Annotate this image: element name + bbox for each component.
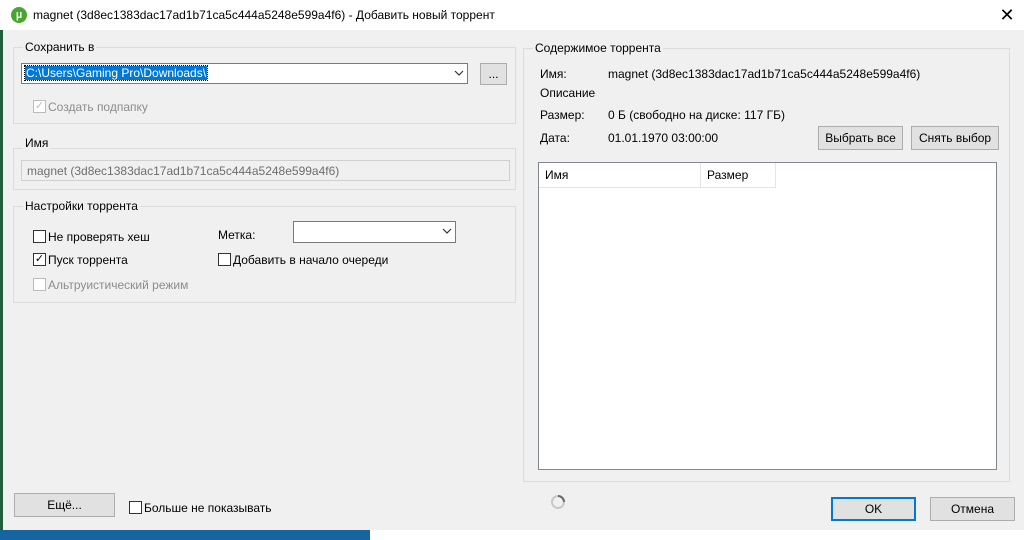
chevron-down-icon[interactable] <box>439 222 455 242</box>
files-list[interactable]: Имя Размер <box>538 162 997 470</box>
tag-combobox[interactable] <box>293 221 456 243</box>
background-taskbar-edge <box>0 530 370 540</box>
close-icon[interactable]: ✕ <box>994 2 1020 28</box>
start-torrent-label: Пуск торрента <box>48 253 128 267</box>
contents-date-label: Дата: <box>540 131 570 145</box>
loading-spinner-icon <box>550 494 566 510</box>
contents-name-label: Имя: <box>540 67 567 81</box>
contents-name-value: magnet (3d8ec1383dac17ad1b71ca5c444a5248… <box>608 67 921 81</box>
contents-description-label: Описание <box>540 86 596 100</box>
start-torrent-checkbox[interactable]: ✓ <box>33 253 46 266</box>
contents-size-value: 0 Б (свободно на диске: 117 ГБ) <box>608 108 785 122</box>
save-group-label: Сохранить в <box>23 40 97 54</box>
cancel-button[interactable]: Отмена <box>930 497 1015 521</box>
altruistic-checkbox[interactable] <box>33 278 46 291</box>
select-all-button[interactable]: Выбрать все <box>818 126 903 150</box>
skip-hash-checkbox[interactable] <box>33 230 46 243</box>
create-subfolder-label: Создать подпапку <box>48 100 148 114</box>
utorrent-icon: µ <box>11 7 27 23</box>
torrent-settings-label: Настройки торрента <box>23 199 140 213</box>
dont-show-label: Больше не показывать <box>144 501 272 515</box>
background-window-edge <box>0 30 3 540</box>
more-button[interactable]: Ещё... <box>14 493 115 517</box>
deselect-all-button[interactable]: Снять выбор <box>911 126 999 150</box>
chevron-down-icon[interactable] <box>451 64 467 84</box>
name-group-label: Имя <box>23 136 51 150</box>
add-to-top-label: Добавить в начало очереди <box>233 253 389 267</box>
background-window-bottom <box>370 530 1024 540</box>
column-divider[interactable] <box>775 163 776 188</box>
dont-show-checkbox[interactable] <box>129 501 142 514</box>
title-bar: µ magnet (3d8ec1383dac17ad1b71ca5c444a52… <box>0 0 1024 30</box>
ok-button[interactable]: OK <box>831 497 916 521</box>
torrent-contents-label: Содержимое торрента <box>533 41 663 55</box>
column-header-size[interactable]: Размер <box>701 163 775 188</box>
contents-date-value: 01.01.1970 03:00:00 <box>608 131 719 145</box>
window-title: magnet (3d8ec1383dac17ad1b71ca5c444a5248… <box>33 8 495 22</box>
skip-hash-label: Не проверять хеш <box>48 230 150 244</box>
contents-size-label: Размер: <box>540 108 585 122</box>
torrent-name-value: magnet (3d8ec1383dac17ad1b71ca5c444a5248… <box>27 164 340 178</box>
torrent-name-field: magnet (3d8ec1383dac17ad1b71ca5c444a5248… <box>21 160 510 181</box>
altruistic-label: Альтруистический режим <box>48 278 189 292</box>
column-header-name[interactable]: Имя <box>539 163 700 188</box>
create-subfolder-checkbox[interactable]: ✓ <box>33 100 46 113</box>
browse-button[interactable]: ... <box>480 63 507 85</box>
save-path-value: C:\Users\Gaming Pro\Downloads\ <box>23 65 209 81</box>
save-path-combobox[interactable]: C:\Users\Gaming Pro\Downloads\ <box>21 63 468 84</box>
tag-label: Метка: <box>218 228 256 242</box>
add-to-top-checkbox[interactable] <box>218 253 231 266</box>
